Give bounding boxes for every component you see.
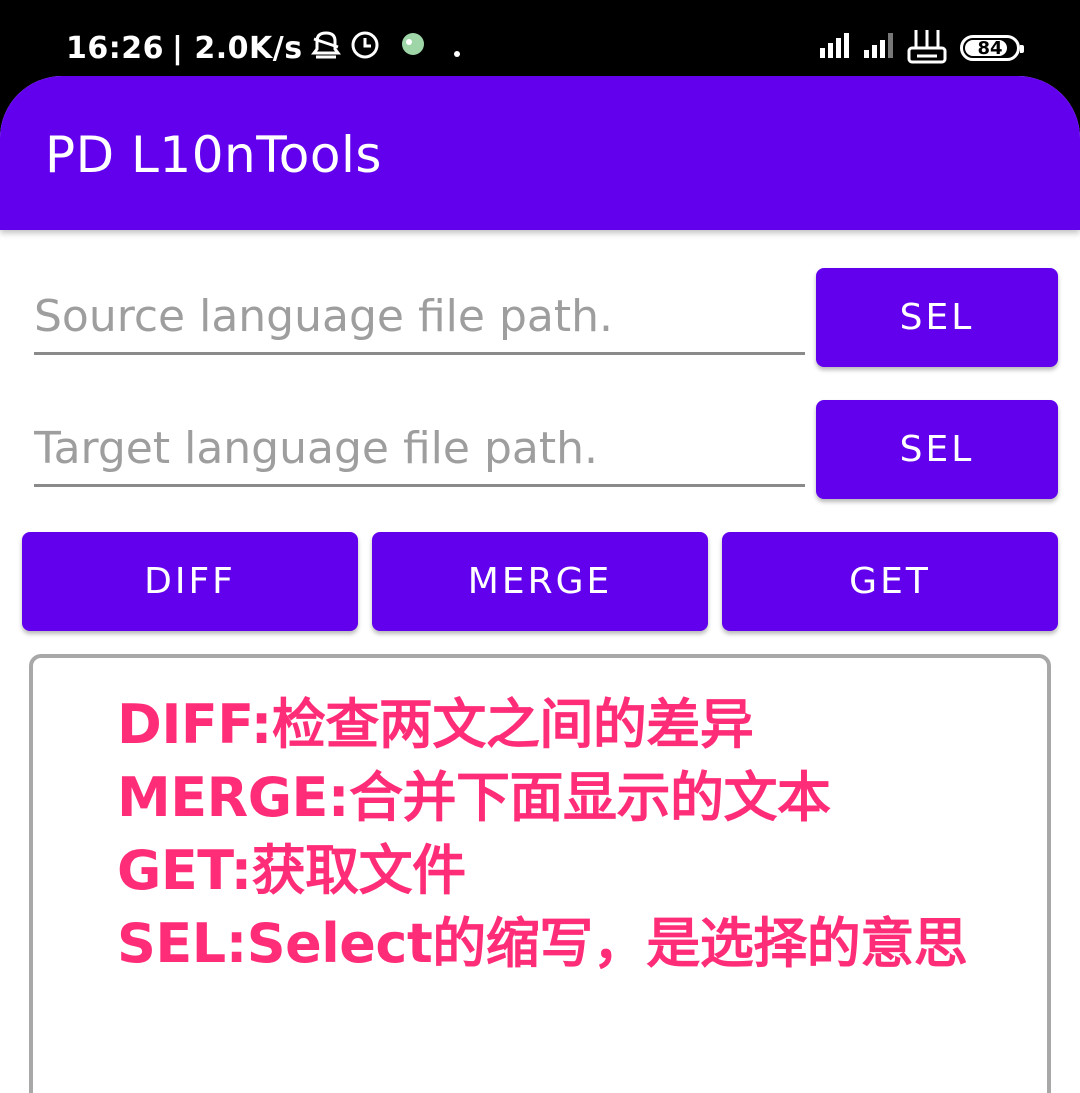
output-line-get: GET:获取文件	[117, 839, 466, 902]
status-bar-left: 16:26 | 2.0K/s	[66, 26, 461, 70]
app-notification-icon	[399, 30, 427, 66]
select-target-button[interactable]: SEL	[816, 400, 1058, 499]
source-path-input[interactable]	[34, 286, 805, 355]
phone-screen: 16:26 | 2.0K/s 84 PD L10nTools Source la…	[0, 0, 1080, 1093]
target-path-input[interactable]	[34, 418, 805, 487]
signal-strength-2-icon	[862, 32, 894, 64]
dot-icon	[453, 31, 461, 66]
battery-icon: 84	[960, 35, 1024, 61]
output-text-area[interactable]: DIFF:检查两文之间的差异 MERGE:合并下面显示的文本 GET:获取文件 …	[29, 654, 1051, 1093]
app-bar: PD L10nTools	[0, 76, 1080, 230]
status-bar: 16:26 | 2.0K/s 84	[0, 0, 1080, 76]
network-speed: | 2.0K/s	[172, 30, 303, 66]
app-title: PD L10nTools	[45, 126, 382, 184]
alarm-clock-icon	[349, 28, 381, 68]
diff-button[interactable]: DIFF	[22, 532, 358, 631]
status-bar-right: 84	[818, 26, 1024, 70]
battery-nub	[1020, 45, 1024, 53]
get-button[interactable]: GET	[722, 532, 1058, 631]
notification-bell-icon	[310, 27, 341, 69]
signal-strength-icon	[818, 32, 850, 64]
output-text: DIFF:检查两文之间的差异 MERGE:合并下面显示的文本 GET:获取文件 …	[117, 688, 977, 980]
output-line-merge: MERGE:合并下面显示的文本	[117, 766, 831, 829]
output-line-diff: DIFF:检查两文之间的差异	[117, 693, 754, 756]
battery-level: 84	[977, 37, 1003, 59]
output-line-sel: SEL:Select的缩写，是选择的意思	[117, 912, 968, 975]
wifi-hotspot-icon	[906, 26, 948, 70]
select-source-button[interactable]: SEL	[816, 268, 1058, 367]
app-window: PD L10nTools SEL SEL DIFF MERGE GET DIFF…	[0, 76, 1080, 1093]
status-time: 16:26	[66, 30, 164, 66]
merge-button[interactable]: MERGE	[372, 532, 708, 631]
